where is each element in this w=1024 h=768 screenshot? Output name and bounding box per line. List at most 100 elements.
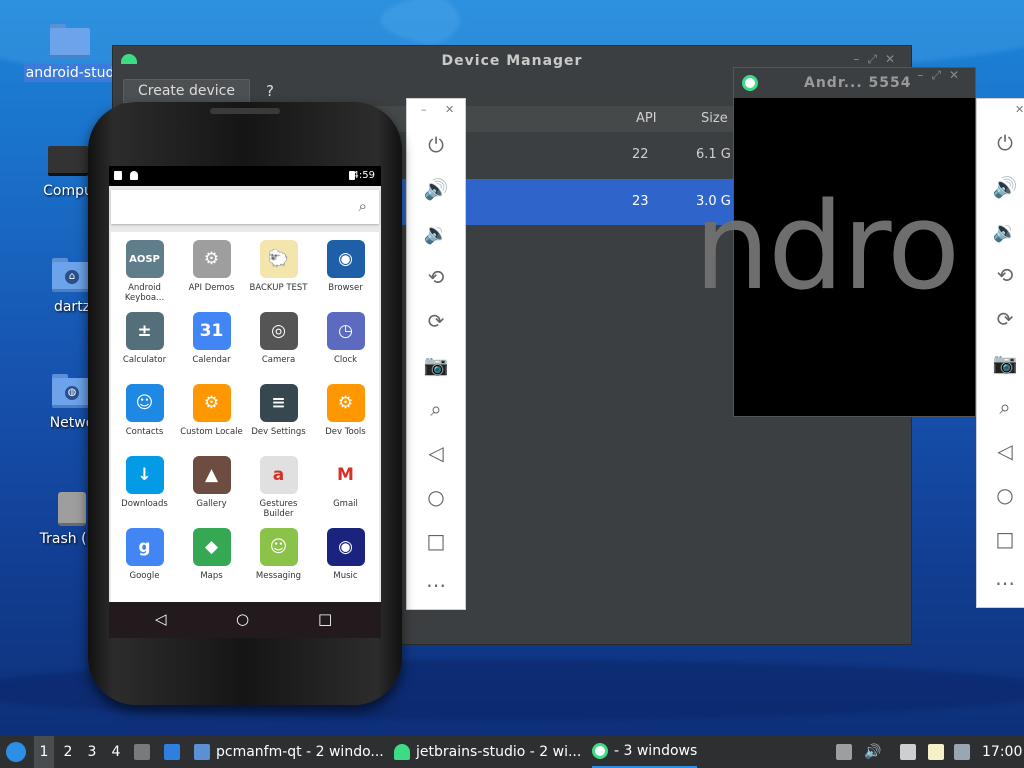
tray-clipboard-icon[interactable] — [928, 736, 950, 768]
zoom-icon[interactable]: ⌕ — [407, 397, 465, 421]
clock[interactable]: 17:00 — [982, 736, 1022, 768]
create-device-button[interactable]: Create device — [123, 79, 250, 103]
desktop-icon-android-studio[interactable]: android-stud — [20, 24, 120, 82]
app-browser[interactable]: ◉ Browser — [312, 232, 379, 293]
rotate-right-icon[interactable]: ⟳ — [977, 307, 1024, 331]
app-icon: ◷ — [326, 312, 365, 350]
home-icon[interactable]: ○ — [236, 610, 249, 628]
power-icon[interactable]: ⏻ — [977, 131, 1024, 155]
app-clock[interactable]: ◷ Clock — [312, 304, 379, 365]
task-pcmanfm[interactable]: pcmanfm-qt - 2 windo... — [194, 736, 384, 768]
volume-down-icon[interactable]: 🔉 — [977, 219, 1024, 243]
app-icon: ◎ — [259, 312, 298, 350]
task-label: - 3 windows — [614, 743, 698, 759]
app-label: Calendar — [192, 355, 231, 365]
app-backup-test[interactable]: 🐑 BACKUP TEST — [245, 232, 312, 293]
overview-icon[interactable]: □ — [318, 610, 332, 628]
emulator-logo-icon — [742, 75, 758, 91]
help-button[interactable]: ? — [266, 82, 274, 100]
window-controls[interactable]: –⤢✕ — [853, 52, 903, 67]
folder-icon — [50, 24, 90, 58]
app-icon: ± — [125, 312, 164, 350]
rotate-left-icon[interactable]: ⟲ — [977, 263, 1024, 287]
home-icon[interactable]: ○ — [407, 485, 465, 509]
app-custom-locale[interactable]: ⚙ Custom Locale — [178, 376, 245, 437]
back-icon[interactable]: ◁ — [155, 610, 167, 628]
overview-icon[interactable]: □ — [407, 529, 465, 553]
app-icon: ▲ — [192, 456, 231, 494]
screenshot-icon[interactable]: 📷 — [407, 353, 465, 377]
desktop-icon-label: Compu — [43, 183, 93, 199]
back-icon[interactable]: ◁ — [977, 439, 1024, 463]
size-cell: 6.1 G — [696, 147, 731, 162]
desktop-icon-label: dartz — [53, 299, 91, 315]
app-dev-settings[interactable]: ≡ Dev Settings — [245, 376, 312, 437]
app-music[interactable]: ◉ Music — [312, 520, 379, 581]
start-menu-icon[interactable] — [6, 736, 26, 768]
app-icon: ◆ — [192, 528, 231, 566]
app-label: API Demos — [188, 283, 235, 293]
tray-network-icon[interactable] — [900, 736, 922, 768]
app-gmail[interactable]: M Gmail — [312, 448, 379, 509]
app-api-demos[interactable]: ⚙ API Demos — [178, 232, 245, 293]
more-icon[interactable]: ⋯ — [977, 571, 1024, 595]
tray-notification-icon[interactable] — [954, 736, 976, 768]
search-icon[interactable]: ⌕ — [359, 197, 367, 215]
power-icon[interactable]: ⏻ — [407, 133, 465, 157]
rotate-right-icon[interactable]: ⟳ — [407, 309, 465, 333]
phone-screen[interactable]: 4:59 ⌕ AOSP Android Keyboa... ⚙ API Demos 🐑 B… — [109, 166, 381, 638]
rotate-left-icon[interactable]: ⟲ — [407, 265, 465, 289]
nav-bar: ◁ ○ □ — [109, 602, 381, 638]
overview-icon[interactable]: □ — [977, 527, 1024, 551]
home-icon[interactable]: ○ — [977, 483, 1024, 507]
android-icon — [121, 54, 137, 64]
workspace-1[interactable]: 1 — [34, 736, 54, 768]
zoom-icon[interactable]: ⌕ — [977, 395, 1024, 419]
app-gallery[interactable]: ▲ Gallery — [178, 448, 245, 509]
workspace-4[interactable]: 4 — [106, 736, 126, 768]
app-camera[interactable]: ◎ Camera — [245, 304, 312, 365]
task-label: jetbrains-studio - 2 wi... — [416, 744, 582, 760]
app-icon: M — [326, 456, 365, 494]
app-android-keyboa[interactable]: AOSP Android Keyboa... — [111, 232, 178, 303]
app-calculator[interactable]: ± Calculator — [111, 304, 178, 365]
tray-update-icon[interactable] — [836, 736, 858, 768]
workspace-3[interactable]: 3 — [82, 736, 102, 768]
task-jetbrains-studio[interactable]: jetbrains-studio - 2 wi... — [394, 736, 581, 768]
task-emulator[interactable]: - 3 windows — [592, 736, 698, 768]
app-search-bar[interactable]: ⌕ — [111, 190, 379, 224]
app-calendar[interactable]: 31 Calendar — [178, 304, 245, 365]
workspace-2[interactable]: 2 — [58, 736, 78, 768]
tray-volume-icon[interactable]: 🔊 — [864, 736, 881, 768]
app-icon: g — [125, 528, 164, 566]
app-google[interactable]: g Google — [111, 520, 178, 581]
app-maps[interactable]: ◆ Maps — [178, 520, 245, 581]
minimize-icon[interactable]: – — [421, 103, 427, 116]
column-header-size[interactable]: Size — [701, 111, 728, 126]
desktop-icon-label: android-stud — [23, 64, 117, 82]
boot-animation-text: ndro — [694, 178, 960, 317]
volume-up-icon[interactable]: 🔊 — [407, 177, 465, 201]
app-label: Gmail — [333, 499, 358, 509]
taskbar: 1 2 3 4 pcmanfm-qt - 2 windo... jetbrain… — [0, 736, 1024, 768]
app-icon: ☺ — [259, 528, 298, 566]
app-downloads[interactable]: ↓ Downloads — [111, 448, 178, 509]
back-icon[interactable]: ◁ — [407, 441, 465, 465]
volume-up-icon[interactable]: 🔊 — [977, 175, 1024, 199]
app-messaging[interactable]: ☺ Messaging — [245, 520, 312, 581]
close-icon[interactable]: ✕ — [445, 103, 454, 116]
file-manager-launcher-icon[interactable] — [134, 736, 156, 768]
show-desktop-icon[interactable] — [164, 736, 186, 768]
app-dev-tools[interactable]: ⚙ Dev Tools — [312, 376, 379, 437]
emulator-controls-panel: ✕ ⏻ 🔊 🔉 ⟲ ⟳ 📷 ⌕ ◁ ○ □ ⋯ — [976, 98, 1024, 608]
more-icon[interactable]: ⋯ — [407, 573, 465, 597]
close-icon[interactable]: ✕ — [1015, 103, 1024, 116]
app-contacts[interactable]: ☺ Contacts — [111, 376, 178, 437]
app-icon: ⚙ — [192, 384, 231, 422]
status-time: 4:59 — [352, 170, 375, 181]
app-gestures-builder[interactable]: a Gestures Builder — [245, 448, 312, 519]
screenshot-icon[interactable]: 📷 — [977, 351, 1024, 375]
volume-down-icon[interactable]: 🔉 — [407, 221, 465, 245]
window-controls[interactable]: –⤢✕ — [917, 68, 967, 83]
column-header-api[interactable]: API — [636, 111, 657, 126]
